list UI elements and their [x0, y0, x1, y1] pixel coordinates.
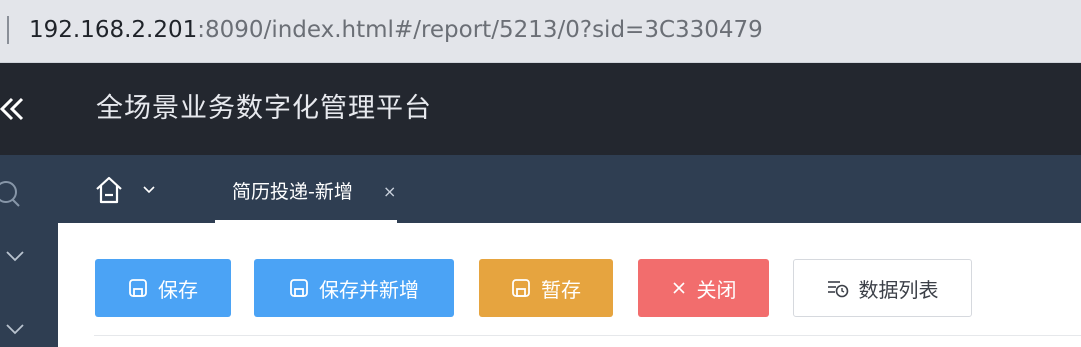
save-and-add-button[interactable]: 保存并新增	[254, 259, 454, 317]
close-button-label: 关闭	[696, 277, 737, 302]
tab-label: 简历投递-新增	[232, 181, 353, 203]
data-list-button[interactable]: 数据列表	[793, 259, 972, 317]
tab-close-icon[interactable]: ×	[383, 182, 396, 202]
save-and-add-button-label: 保存并新增	[319, 277, 419, 302]
sidebar	[0, 155, 58, 347]
data-list-button-label: 数据列表	[858, 277, 939, 302]
tab-bar: 简历投递-新增 ×	[58, 155, 1081, 223]
save-button[interactable]: 保存	[95, 259, 231, 317]
chevron-down-icon	[143, 186, 155, 194]
home-tab-button[interactable]	[94, 175, 164, 205]
save-button-label: 保存	[158, 277, 198, 302]
draft-save-button-label: 暂存	[541, 277, 581, 302]
search-icon[interactable]	[0, 179, 26, 209]
tab-resume-submission-new[interactable]: 简历投递-新增 ×	[215, 155, 397, 223]
url-path: :8090/index.html#/report/5213/0?sid=3C33…	[197, 17, 763, 43]
close-button[interactable]: 关闭	[638, 259, 769, 317]
url-text[interactable]: 192.168.2.201:8090/index.html#/report/52…	[29, 13, 763, 47]
home-icon	[96, 176, 122, 204]
url-text-caret	[7, 16, 9, 44]
save-icon	[129, 279, 147, 297]
form-area-border	[94, 335, 1081, 336]
close-icon	[672, 282, 685, 294]
main-content: 保存 保存并新增 暂存 关闭 数据列表	[58, 223, 1081, 347]
browser-url-bar[interactable]: 192.168.2.201:8090/index.html#/report/52…	[0, 0, 1081, 63]
save-icon	[290, 279, 308, 297]
save-icon	[512, 279, 530, 297]
chevron-down-icon[interactable]	[4, 249, 26, 263]
double-chevron-left-icon[interactable]	[0, 93, 26, 125]
url-host: 192.168.2.201	[29, 17, 198, 43]
list-clock-icon	[827, 281, 848, 298]
app-header: 全场景业务数字化管理平台	[0, 63, 1081, 155]
app-title: 全场景业务数字化管理平台	[96, 93, 432, 124]
draft-save-button[interactable]: 暂存	[479, 259, 613, 317]
chevron-down-icon[interactable]	[4, 322, 26, 336]
